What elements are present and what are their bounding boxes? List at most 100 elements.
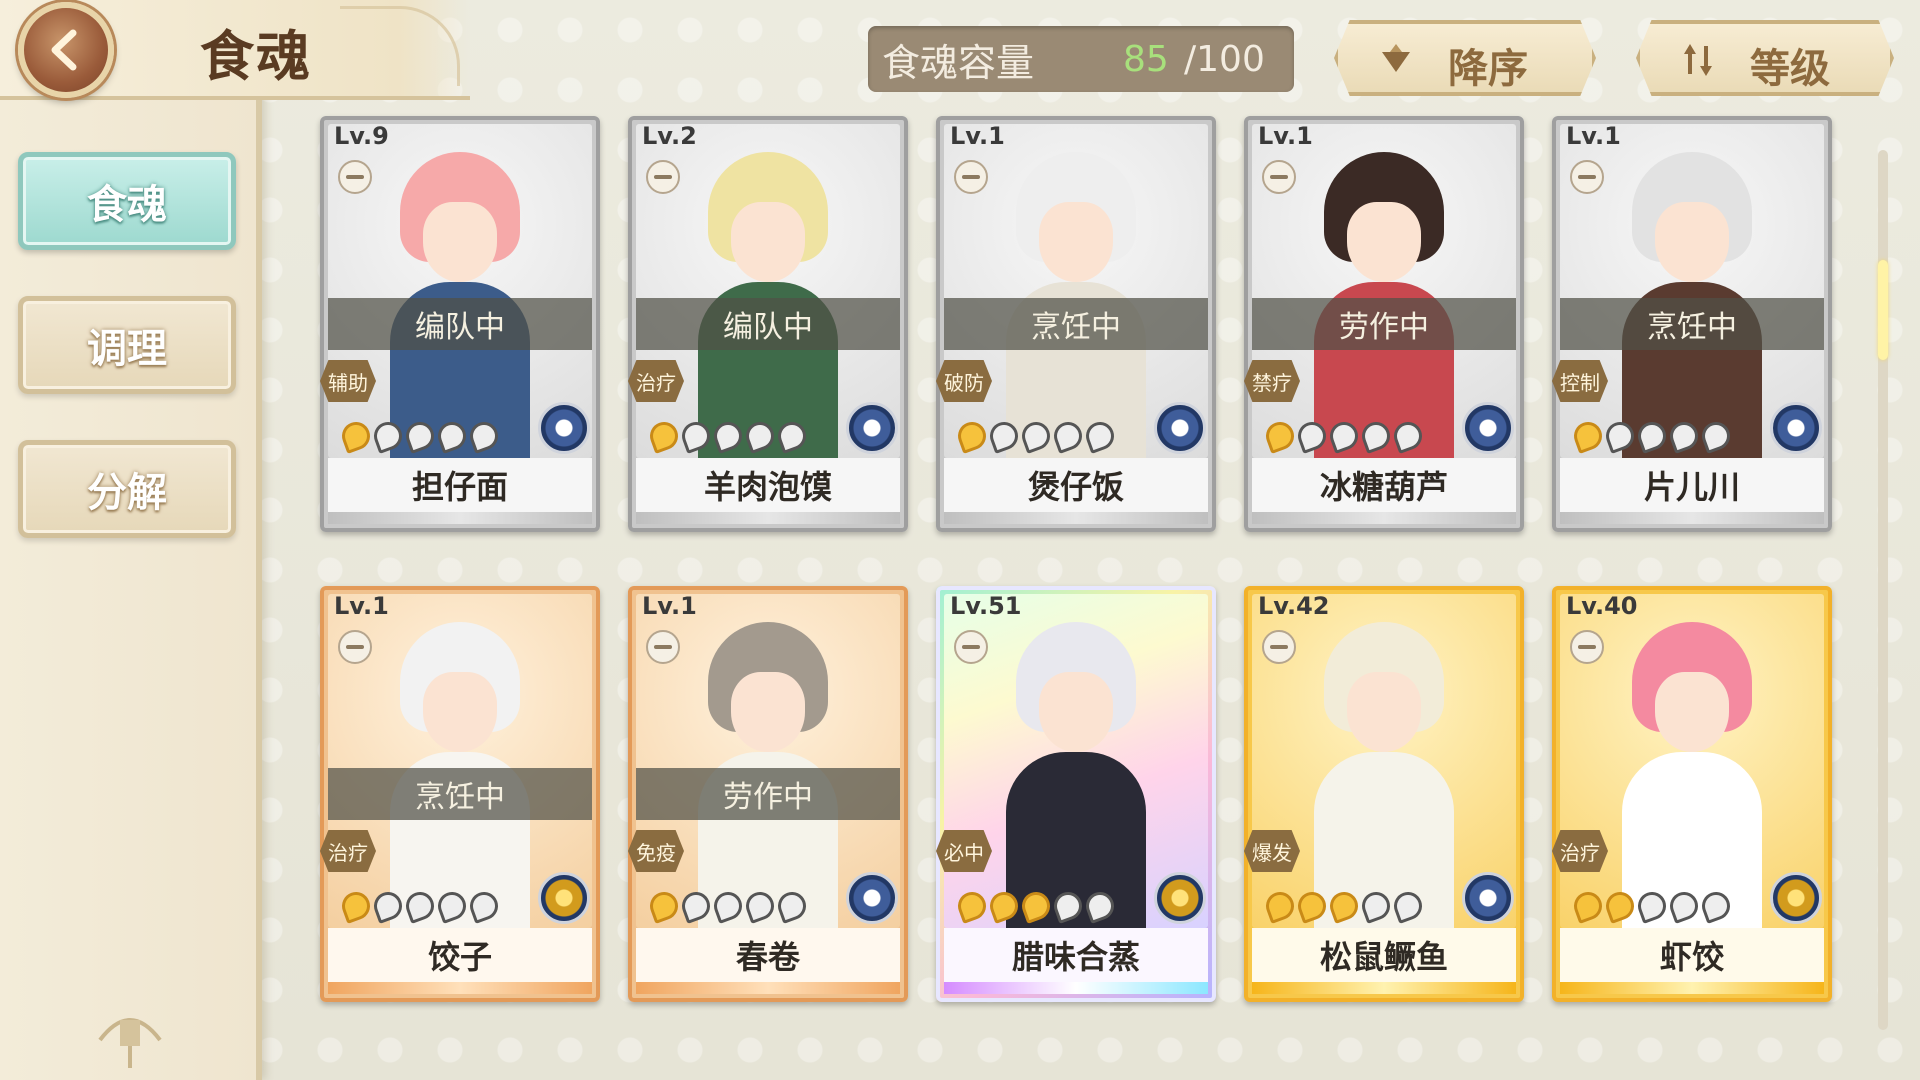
star-filled-icon: [1018, 888, 1054, 924]
bowl-icon: [646, 630, 680, 664]
star-empty-icon: [986, 418, 1022, 454]
element-emblem-icon: [1462, 872, 1514, 924]
card-stars: [646, 888, 810, 924]
card-status: 编队中: [328, 298, 592, 350]
food-soul-card[interactable]: Lv.1 劳作中 免疫 春卷: [628, 586, 908, 1002]
star-empty-icon: [1050, 888, 1086, 924]
star-empty-icon: [774, 418, 810, 454]
food-soul-card[interactable]: Lv.9 编队中 辅助 担仔面: [320, 116, 600, 532]
sidebar-item-recipes[interactable]: 调理: [18, 296, 236, 394]
star-empty-icon: [1358, 888, 1394, 924]
card-name: 饺子: [328, 928, 592, 982]
sidebar-item-decompose[interactable]: 分解: [18, 440, 236, 538]
star-empty-icon: [370, 888, 406, 924]
capacity-current: 85: [1123, 38, 1169, 80]
bowl-icon: [954, 160, 988, 194]
card-role-badge: 禁疗: [1244, 360, 1300, 402]
star-empty-icon: [710, 418, 746, 454]
food-soul-card[interactable]: Lv.51 必中 腊味合蒸: [936, 586, 1216, 1002]
character-face: [423, 202, 497, 282]
star-filled-icon: [954, 418, 990, 454]
star-filled-icon: [1326, 888, 1362, 924]
food-soul-card[interactable]: Lv.40 治疗 虾饺: [1552, 586, 1832, 1002]
element-emblem-icon: [846, 402, 898, 454]
character-face: [1655, 202, 1729, 282]
card-name: 片儿川: [1560, 458, 1824, 512]
food-soul-card[interactable]: Lv.42 爆发 松鼠鳜鱼: [1244, 586, 1524, 1002]
star-empty-icon: [1634, 888, 1670, 924]
bowl-icon: [338, 160, 372, 194]
card-role-badge: 治疗: [628, 360, 684, 402]
card-stars: [338, 418, 502, 454]
sort-arrows-icon: [1684, 44, 1712, 76]
rarity-strip: [328, 982, 592, 994]
scrollbar-thumb[interactable]: [1878, 260, 1888, 360]
card-level: Lv.1: [334, 592, 389, 620]
character-figure: [1309, 622, 1459, 928]
tassel-ornament-icon: [98, 1018, 162, 1068]
card-name: 春卷: [636, 928, 900, 982]
character-face: [1347, 672, 1421, 752]
card-name: 虾饺: [1560, 928, 1824, 982]
card-status: 劳作中: [1252, 298, 1516, 350]
star-empty-icon: [1390, 888, 1426, 924]
rarity-strip: [1560, 982, 1824, 994]
sidebar-item-label: 调理: [87, 325, 167, 372]
sort-order-label: 降序: [1448, 46, 1528, 92]
card-status: 烹饪中: [944, 298, 1208, 350]
sort-order-button[interactable]: 降序: [1334, 20, 1596, 96]
sort-field-button[interactable]: 等级: [1636, 20, 1894, 96]
character-face: [731, 672, 805, 752]
star-filled-icon: [1262, 888, 1298, 924]
food-soul-card[interactable]: Lv.1 烹饪中 控制 片儿川: [1552, 116, 1832, 532]
rarity-strip: [944, 512, 1208, 524]
star-empty-icon: [1018, 418, 1054, 454]
bowl-icon: [954, 630, 988, 664]
sidebar-item-food-souls[interactable]: 食魂: [18, 152, 236, 250]
bowl-icon: [338, 630, 372, 664]
star-empty-icon: [434, 888, 470, 924]
star-empty-icon: [370, 418, 406, 454]
rarity-strip: [636, 982, 900, 994]
character-face: [1039, 672, 1113, 752]
card-level: Lv.1: [1258, 122, 1313, 150]
card-name: 煲仔饭: [944, 458, 1208, 512]
star-empty-icon: [1326, 418, 1362, 454]
star-filled-icon: [954, 888, 990, 924]
capacity-label: 食魂容量: [882, 40, 1035, 85]
star-filled-icon: [986, 888, 1022, 924]
card-level: Lv.42: [1258, 592, 1330, 620]
rarity-strip: [1252, 982, 1516, 994]
bowl-icon: [1570, 160, 1604, 194]
star-filled-icon: [338, 888, 374, 924]
star-empty-icon: [1602, 418, 1638, 454]
element-emblem-icon: [1462, 402, 1514, 454]
star-empty-icon: [434, 418, 470, 454]
star-filled-icon: [1570, 888, 1606, 924]
sort-field-label: 等级: [1750, 46, 1830, 92]
card-level: Lv.1: [950, 122, 1005, 150]
card-stars: [1570, 888, 1734, 924]
scrollbar[interactable]: [1878, 150, 1888, 1030]
star-empty-icon: [402, 418, 438, 454]
card-level: Lv.9: [334, 122, 389, 150]
character-face: [1655, 672, 1729, 752]
food-soul-card[interactable]: Lv.1 烹饪中 治疗 饺子: [320, 586, 600, 1002]
card-level: Lv.1: [642, 592, 697, 620]
star-filled-icon: [1602, 888, 1638, 924]
card-role-badge: 爆发: [1244, 830, 1300, 872]
food-soul-card[interactable]: Lv.2 编队中 治疗 羊肉泡馍: [628, 116, 908, 532]
star-empty-icon: [1666, 888, 1702, 924]
card-name: 羊肉泡馍: [636, 458, 900, 512]
star-empty-icon: [742, 418, 778, 454]
food-soul-card[interactable]: Lv.1 烹饪中 破防 煲仔饭: [936, 116, 1216, 532]
food-soul-card[interactable]: Lv.1 劳作中 禁疗 冰糖葫芦: [1244, 116, 1524, 532]
element-emblem-icon: [538, 402, 590, 454]
bowl-icon: [1262, 630, 1296, 664]
rarity-strip: [1560, 512, 1824, 524]
card-level: Lv.2: [642, 122, 697, 150]
star-filled-icon: [338, 418, 374, 454]
back-button[interactable]: [18, 2, 114, 98]
card-stars: [1262, 418, 1426, 454]
character-face: [731, 202, 805, 282]
